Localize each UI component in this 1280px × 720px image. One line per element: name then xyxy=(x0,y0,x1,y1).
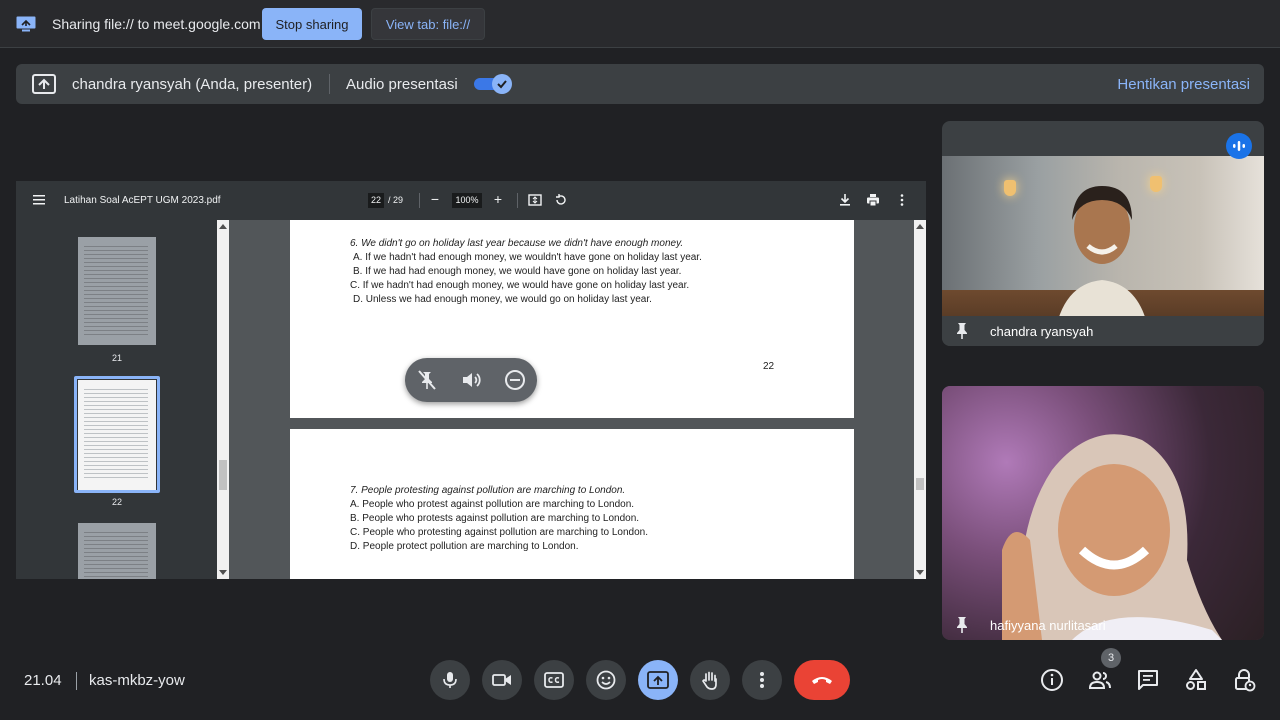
present-screen-icon xyxy=(32,74,56,94)
zoom-in-button[interactable]: + xyxy=(492,191,504,209)
zoom-out-button[interactable]: − xyxy=(429,191,441,209)
speaking-indicator-icon xyxy=(1226,133,1252,159)
sharing-bar: Sharing file:// to meet.google.com Stop … xyxy=(0,0,1280,48)
participant-tile[interactable]: hafiyyana nurlitasari xyxy=(942,386,1264,640)
pdf-viewer: Latihan Soal AcEPT UGM 2023.pdf 22 / 29 … xyxy=(16,181,926,579)
pdf-filename: Latihan Soal AcEPT UGM 2023.pdf xyxy=(64,195,221,206)
meet-window: Sharing file:// to meet.google.com Stop … xyxy=(0,0,1280,720)
microphone-button[interactable] xyxy=(430,660,470,700)
question-text: 6. We didn't go on holiday last year bec… xyxy=(350,238,684,249)
answer-option: A. If we hadn't had enough money, we wou… xyxy=(353,252,702,263)
more-vert-icon xyxy=(760,672,764,688)
pin-icon[interactable] xyxy=(954,616,970,634)
scrollbar-thumb[interactable] xyxy=(219,460,227,490)
chat-icon[interactable] xyxy=(1136,668,1160,692)
screen-share-icon xyxy=(16,16,36,32)
call-end-icon xyxy=(812,677,832,684)
stop-presenting-link[interactable]: Hentikan presentasi xyxy=(1117,76,1250,93)
answer-option: D. People protect pollution are marching… xyxy=(350,541,579,552)
thumbnail-page-22[interactable] xyxy=(78,380,156,490)
pdf-toolbar: Latihan Soal AcEPT UGM 2023.pdf 22 / 29 … xyxy=(16,181,926,220)
pdf-page-22: 6. We didn't go on holiday last year bec… xyxy=(290,220,854,418)
participant-name-row: hafiyyana nurlitasari xyxy=(942,610,1264,640)
participant-name-row: chandra ryansyah xyxy=(942,316,1264,346)
answer-option: C. If we hadn't had enough money, we wou… xyxy=(350,280,690,291)
unpin-icon[interactable] xyxy=(415,368,439,392)
menu-icon[interactable] xyxy=(32,193,46,207)
reactions-button[interactable] xyxy=(586,660,626,700)
meeting-details-icon[interactable] xyxy=(1040,668,1064,692)
toolbar-separator xyxy=(419,193,420,208)
answer-option: B. If we had had enough money, we would … xyxy=(353,266,682,277)
participant-name: hafiyyana nurlitasari xyxy=(990,618,1106,633)
view-tab-button[interactable]: View tab: file:// xyxy=(371,8,485,40)
print-icon[interactable] xyxy=(866,193,880,207)
present-now-button[interactable] xyxy=(638,660,678,700)
more-vert-icon[interactable] xyxy=(895,193,909,207)
bottom-bar-divider xyxy=(76,672,77,690)
more-options-button[interactable] xyxy=(742,660,782,700)
presenter-name: chandra ryansyah (Anda, presenter) xyxy=(72,76,313,93)
page-number-footer: 22 xyxy=(763,361,775,372)
answer-option: A. People who protest against pollution … xyxy=(350,499,635,510)
audio-presentation-label: Audio presentasi xyxy=(346,76,458,93)
toolbar-separator xyxy=(517,193,518,208)
leave-call-button[interactable] xyxy=(794,660,850,700)
page-number-input[interactable]: 22 xyxy=(368,193,384,208)
activities-icon[interactable] xyxy=(1184,668,1208,692)
host-controls-lock-icon[interactable] xyxy=(1232,668,1256,692)
pin-icon[interactable] xyxy=(954,322,970,340)
download-icon[interactable] xyxy=(838,193,852,207)
check-icon xyxy=(497,80,507,89)
thumbnail-number: 21 xyxy=(111,353,122,363)
thumbnail-page-21[interactable] xyxy=(78,237,156,345)
remove-icon[interactable] xyxy=(503,368,527,392)
microphone-icon xyxy=(443,672,457,688)
presenting-bar-divider xyxy=(329,74,330,94)
question-text: 7. People protesting against pollution a… xyxy=(350,485,626,496)
people-count-badge: 3 xyxy=(1101,648,1121,668)
answer-option: C. People who protesting against polluti… xyxy=(350,527,648,538)
captions-button[interactable] xyxy=(534,660,574,700)
fit-page-icon[interactable] xyxy=(528,193,542,207)
document-scrollbar[interactable] xyxy=(914,220,926,579)
videocam-icon xyxy=(492,674,511,686)
meeting-controls-bar: 21.04 kas-mkbz-yow 3 xyxy=(0,648,1280,720)
toggle-knob xyxy=(492,74,512,94)
thumbnail-sidebar: 21 22 xyxy=(16,220,226,579)
participant-video xyxy=(942,156,1264,338)
participant-tile[interactable]: chandra ryansyah xyxy=(942,121,1264,346)
participant-silhouette xyxy=(1054,186,1150,338)
thumbnail-page-23[interactable] xyxy=(78,523,156,579)
hand-icon xyxy=(702,671,717,690)
scrollbar-thumb[interactable] xyxy=(916,478,924,490)
participant-name: chandra ryansyah xyxy=(990,324,1094,339)
volume-icon[interactable] xyxy=(459,368,483,392)
emoji-icon xyxy=(596,670,616,690)
audio-presentation-toggle[interactable] xyxy=(474,74,512,94)
answer-option: D. Unless we had enough money, we would … xyxy=(353,294,652,305)
sharing-status-text: Sharing file:// to meet.google.com xyxy=(52,16,261,32)
page-total: / 29 xyxy=(388,195,404,205)
meeting-time: 21.04 xyxy=(24,672,62,689)
rotate-icon[interactable] xyxy=(554,193,568,207)
meeting-code: kas-mkbz-yow xyxy=(89,672,185,689)
pdf-page-23: 7. People protesting against pollution a… xyxy=(290,429,854,579)
participant-video xyxy=(942,386,1264,640)
thumbnail-scrollbar[interactable] xyxy=(217,220,229,579)
answer-option: B. People who protests against pollution… xyxy=(350,513,640,524)
thumbnail-number: 22 xyxy=(111,497,122,507)
camera-button[interactable] xyxy=(482,660,522,700)
participant-silhouette xyxy=(1002,434,1222,640)
stop-sharing-button[interactable]: Stop sharing xyxy=(262,8,362,40)
presentation-floating-controls xyxy=(405,358,537,402)
presenting-bar: chandra ryansyah (Anda, presenter) Audio… xyxy=(16,64,1264,104)
present-to-all-icon xyxy=(647,671,669,689)
zoom-level-input[interactable]: 100% xyxy=(452,193,482,208)
people-icon[interactable] xyxy=(1088,668,1112,692)
raise-hand-button[interactable] xyxy=(690,660,730,700)
closed-captions-icon xyxy=(544,672,564,688)
